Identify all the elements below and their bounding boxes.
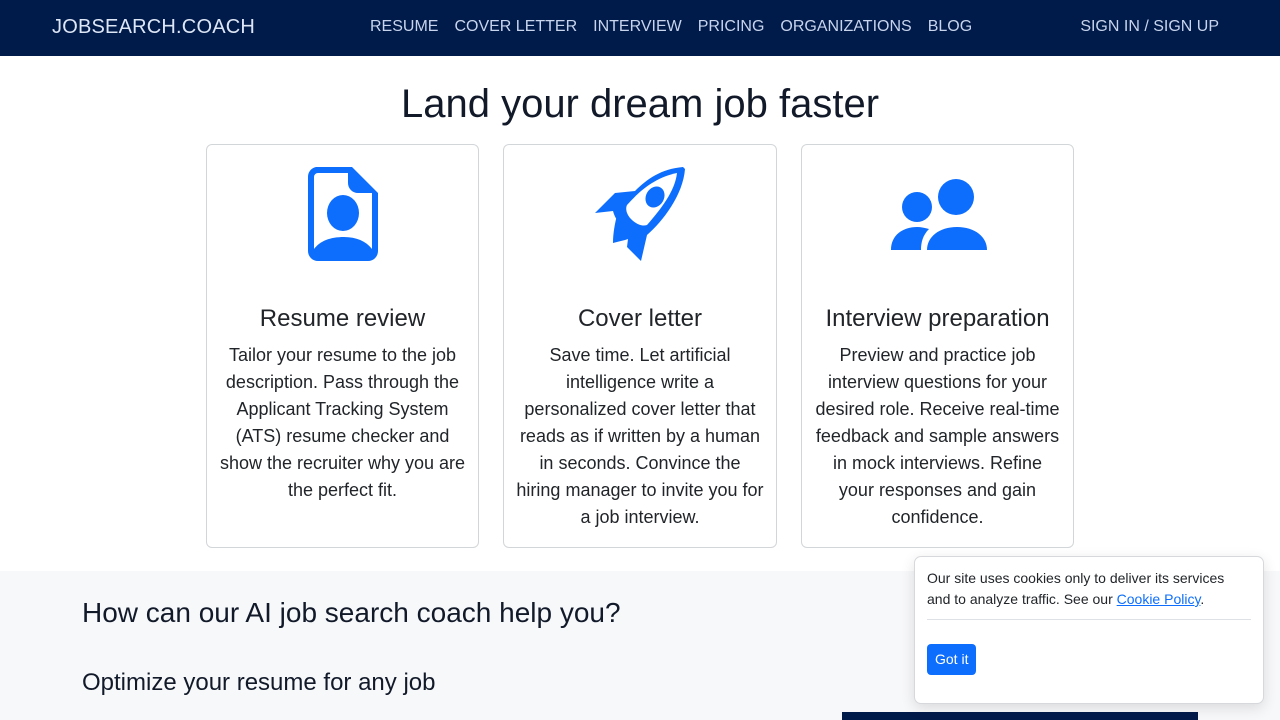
sign-in-link[interactable]: SIGN IN / SIGN UP <box>1080 17 1219 37</box>
brand-logo-link[interactable]: JOBSEARCH.COACH <box>52 16 255 39</box>
got-it-button[interactable]: Got it <box>927 644 977 675</box>
nav-link-cover-letter[interactable]: COVER LETTER <box>446 17 585 37</box>
section-subheading: Optimize your resume for any job <box>82 669 436 696</box>
card-title: Cover letter <box>577 305 703 332</box>
nav-link-interview[interactable]: INTERVIEW <box>585 17 690 37</box>
app-preview-screenshot <box>842 712 1198 720</box>
top-navbar: JOBSEARCH.COACH RESUME COVER LETTER INTE… <box>0 0 1280 56</box>
nav-link-blog[interactable]: BLOG <box>920 17 980 37</box>
person-document-icon <box>207 165 478 263</box>
rocket-icon <box>504 165 776 263</box>
cookie-message: Our site uses cookies only to deliver it… <box>927 568 1247 610</box>
section-heading: How can our AI job search coach help you… <box>82 597 621 628</box>
nav-link-pricing[interactable]: PRICING <box>690 17 773 37</box>
card-description: Save time. Let artificial intelligence w… <box>516 345 764 527</box>
divider <box>927 619 1251 620</box>
feature-card-cover-letter: Cover letter Save time. Let artificial i… <box>503 144 777 548</box>
nav-links: RESUME COVER LETTER INTERVIEW PRICING OR… <box>362 17 980 37</box>
nav-link-organizations[interactable]: ORGANIZATIONS <box>772 17 919 37</box>
people-icon <box>802 165 1073 263</box>
nav-link-resume[interactable]: RESUME <box>362 17 446 37</box>
feature-card-resume: Resume review Tailor your resume to the … <box>206 144 479 548</box>
cookie-text-end: . <box>1200 591 1205 607</box>
cookie-banner: Our site uses cookies only to deliver it… <box>914 556 1264 704</box>
card-description: Preview and practice job interview quest… <box>815 345 1060 527</box>
feature-card-interview: Interview preparation Preview and practi… <box>801 144 1074 548</box>
cookie-policy-link[interactable]: Cookie Policy <box>1117 591 1201 607</box>
card-title: Interview preparation <box>825 305 1050 332</box>
card-title: Resume review <box>259 305 426 332</box>
card-description: Tailor your resume to the job descriptio… <box>219 345 466 500</box>
hero-title: Land your dream job faster <box>400 82 880 126</box>
